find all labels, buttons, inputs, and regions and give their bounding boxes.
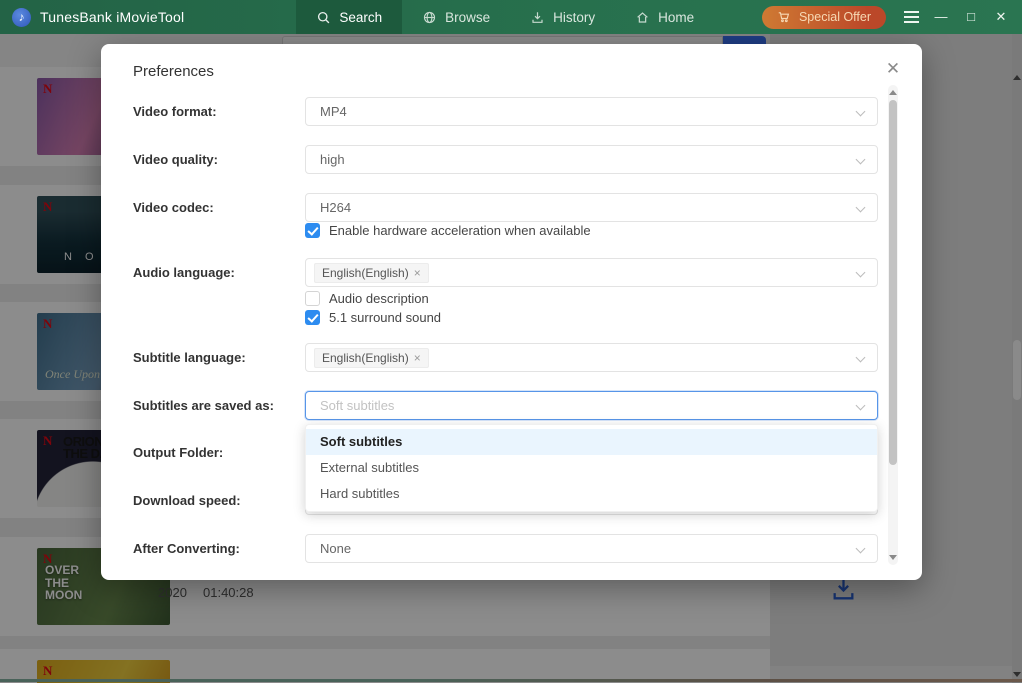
subtitles-saved-as-dropdown: Soft subtitles External subtitles Hard s… <box>305 424 878 512</box>
scroll-up-icon[interactable] <box>889 90 897 95</box>
field-label-video-codec: Video codec: <box>133 200 214 215</box>
dialog-title: Preferences <box>133 63 214 80</box>
language-tag: English(English) × <box>314 262 429 283</box>
special-offer-label: Special Offer <box>798 10 871 24</box>
hardware-acceleration-option: Enable hardware acceleration when availa… <box>305 223 591 238</box>
subtitles-saved-as-select[interactable]: Soft subtitles <box>305 391 878 420</box>
language-tag: English(English) × <box>314 347 429 368</box>
audio-language-select[interactable]: English(English) × <box>305 258 878 287</box>
nav-tab-browse[interactable]: Browse <box>402 0 510 34</box>
window-controls: — □ ✕ <box>896 0 1016 34</box>
nav-tab-home[interactable]: Home <box>615 0 714 34</box>
remove-tag-icon[interactable]: × <box>414 351 421 365</box>
nav-tab-label: Browse <box>445 9 491 25</box>
dropdown-option-soft-subtitles[interactable]: Soft subtitles <box>306 429 877 455</box>
app-title: TunesBank iMovieTool <box>40 9 185 25</box>
app-window: ♪ TunesBank iMovieTool Search Browse His… <box>0 0 1022 683</box>
audio-description-option: Audio description <box>305 291 429 306</box>
checkbox-label: 5.1 surround sound <box>329 310 442 325</box>
field-label-download-speed: Download speed: <box>133 493 241 508</box>
chevron-down-icon <box>855 352 866 363</box>
cart-icon <box>778 12 790 23</box>
hamburger-icon <box>903 11 919 13</box>
field-label-video-quality: Video quality: <box>133 152 218 167</box>
field-label-after-converting: After Converting: <box>133 541 240 556</box>
close-window-button[interactable]: ✕ <box>986 0 1016 34</box>
chevron-down-icon <box>855 202 866 213</box>
remove-tag-icon[interactable]: × <box>414 266 421 280</box>
chevron-down-icon <box>855 106 866 117</box>
scroll-down-icon[interactable] <box>889 555 897 560</box>
select-value: H264 <box>320 200 352 215</box>
field-label-video-format: Video format: <box>133 104 217 119</box>
field-label-audio-language: Audio language: <box>133 265 235 280</box>
after-converting-select[interactable]: None <box>305 534 878 563</box>
download-tray-icon <box>532 11 543 23</box>
select-value: high <box>320 152 345 167</box>
chevron-down-icon <box>855 154 866 165</box>
close-dialog-button[interactable]: ✕ <box>882 58 904 80</box>
checkbox-checked[interactable] <box>305 223 320 238</box>
nav-tab-label: Home <box>658 9 695 25</box>
field-label-subtitle-language: Subtitle language: <box>133 350 246 365</box>
video-format-select[interactable]: MP4 <box>305 97 878 126</box>
checkbox-label: Audio description <box>329 291 429 306</box>
title-bar: ♪ TunesBank iMovieTool Search Browse His… <box>0 0 1022 34</box>
scrollbar-thumb[interactable] <box>889 100 897 465</box>
chevron-down-icon <box>855 400 866 411</box>
language-tag-label: English(English) <box>322 265 409 280</box>
field-label-subtitles-saved-as: Subtitles are saved as: <box>133 398 274 413</box>
surround-sound-option: 5.1 surround sound <box>305 310 441 325</box>
chevron-down-icon <box>855 267 866 278</box>
minimize-button[interactable]: — <box>926 0 956 34</box>
main-nav: Search Browse History Home <box>296 0 714 34</box>
nav-tab-history[interactable]: History <box>510 0 615 34</box>
field-label-output-folder: Output Folder: <box>133 445 224 460</box>
dropdown-option-hard-subtitles[interactable]: Hard subtitles <box>306 481 877 507</box>
checkbox-checked[interactable] <box>305 310 320 325</box>
special-offer-button[interactable]: Special Offer <box>761 5 886 29</box>
video-quality-select[interactable]: high <box>305 145 878 174</box>
maximize-button[interactable]: □ <box>956 0 986 34</box>
checkbox-label: Enable hardware acceleration when availa… <box>329 223 591 238</box>
home-icon <box>637 11 648 23</box>
chevron-down-icon <box>855 543 866 554</box>
search-icon <box>318 11 330 23</box>
nav-tab-search[interactable]: Search <box>296 0 403 34</box>
preferences-dialog: Preferences ✕ Video format: MP4 Video qu… <box>101 44 922 580</box>
select-placeholder: Soft subtitles <box>320 398 395 413</box>
dialog-scrollbar[interactable] <box>888 85 898 565</box>
subtitle-language-select[interactable]: English(English) × <box>305 343 878 372</box>
nav-tab-label: History <box>553 9 596 25</box>
video-codec-select[interactable]: H264 <box>305 193 878 222</box>
select-value: None <box>320 541 352 556</box>
dropdown-option-external-subtitles[interactable]: External subtitles <box>306 455 877 481</box>
checkbox-unchecked[interactable] <box>305 291 320 306</box>
globe-icon <box>424 11 436 23</box>
select-value: MP4 <box>320 104 347 119</box>
menu-button[interactable] <box>896 11 926 23</box>
language-tag-label: English(English) <box>322 350 409 365</box>
nav-tab-label: Search <box>339 9 383 25</box>
app-logo-icon: ♪ <box>12 7 31 27</box>
